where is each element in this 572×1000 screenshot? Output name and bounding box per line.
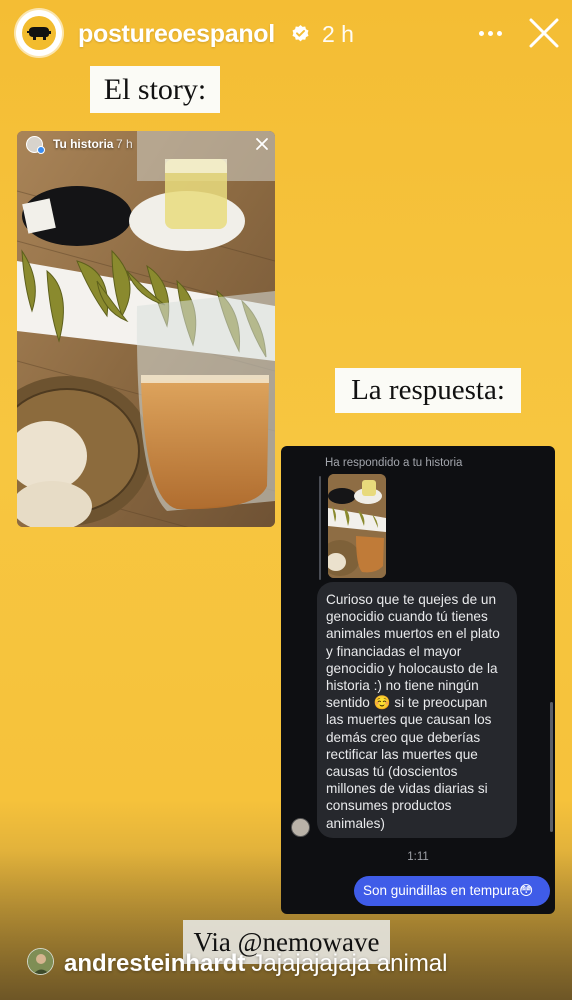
story-header: postureoespanol 2 h	[0, 0, 572, 68]
more-options-icon[interactable]	[474, 18, 506, 48]
dm-conversation: Ha respondido a tu historia Curioso que …	[281, 446, 555, 914]
reply-caption: Ha respondido a tu historia	[325, 457, 463, 469]
response-label: La respuesta:	[335, 368, 521, 413]
verified-badge-icon	[292, 25, 309, 42]
sender-avatar[interactable]	[291, 818, 310, 837]
comment-row: andresteinhardt Jajajajajaja animal	[0, 942, 572, 982]
post-time: 2 h	[322, 21, 354, 47]
account-username[interactable]: postureoespanol	[78, 20, 275, 49]
add-story-icon	[37, 146, 45, 154]
story-viewer: postureoespanol 2 h El story: Tu histori…	[0, 0, 572, 1000]
story-screenshot: Tu historia 7 h	[17, 131, 275, 527]
comment-text: andresteinhardt Jajajajajaja animal	[64, 950, 448, 978]
comment-body: Jajajajajaja animal	[251, 950, 448, 977]
close-icon[interactable]	[527, 16, 561, 50]
scrollbar[interactable]	[550, 702, 553, 832]
outgoing-message: Son guindillas en tempura😳	[354, 876, 550, 906]
story-label: El story:	[90, 66, 220, 113]
story-thumbnail[interactable]	[328, 474, 386, 578]
story-topbar: Tu historia 7 h	[17, 131, 275, 159]
message-timestamp: 1:11	[407, 851, 429, 863]
commenter-username[interactable]: andresteinhardt	[64, 950, 245, 977]
commenter-avatar[interactable]	[27, 948, 54, 975]
story-time: 7 h	[116, 137, 133, 151]
food-photo	[17, 131, 275, 527]
story-owner: Tu historia	[53, 137, 114, 151]
close-icon	[256, 138, 268, 150]
pig-logo-icon	[22, 16, 56, 50]
account-avatar[interactable]	[16, 10, 62, 56]
reply-indicator	[319, 476, 321, 580]
incoming-message: Curioso que te quejes de un genocidio cu…	[317, 582, 517, 838]
